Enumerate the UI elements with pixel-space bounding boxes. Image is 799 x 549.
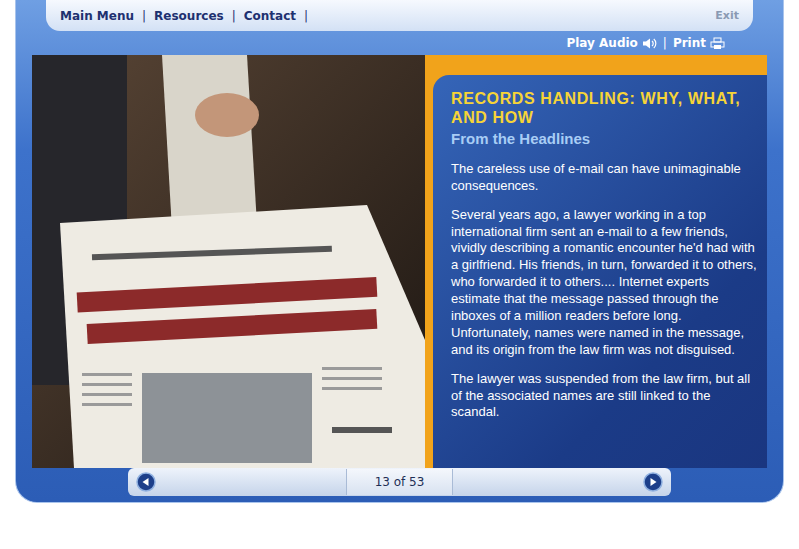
page-title: RECORDS HANDLING: WHY, WHAT, AND HOW: [451, 89, 759, 127]
content-area: RECORDS HANDLING: WHY, WHAT, AND HOWFrom…: [32, 55, 767, 468]
printer-icon: [706, 37, 725, 50]
nav-link[interactable]: Main Menu: [60, 7, 134, 25]
separator: |: [663, 34, 667, 52]
top-menu: Main Menu | Resources | Contact | Exit: [46, 0, 753, 31]
body-paragraph: The lawyer was suspended from the law fi…: [451, 371, 759, 422]
newspaper-photo-icon: [32, 55, 425, 468]
panel-frame: RECORDS HANDLING: WHY, WHAT, AND HOWFrom…: [425, 55, 767, 468]
separator: |: [232, 7, 236, 25]
speaker-icon: [638, 37, 657, 50]
next-button[interactable]: [643, 472, 663, 492]
separator: |: [304, 7, 308, 25]
print-button[interactable]: Print: [673, 34, 725, 52]
nav-link[interactable]: Contact: [244, 7, 296, 25]
newspaper-photo: [32, 55, 425, 468]
body-paragraph: The careless use of e-mail can have unim…: [451, 161, 759, 195]
course-window: Main Menu | Resources | Contact | Exit Play A…: [15, 0, 784, 503]
text-panel: RECORDS HANDLING: WHY, WHAT, AND HOWFrom…: [433, 75, 767, 468]
page-counter: 13 of 53: [346, 469, 454, 495]
print-label: Print: [673, 34, 706, 52]
play-audio-button[interactable]: Play Audio: [566, 34, 656, 52]
pager-bar: 13 of 53: [128, 468, 671, 496]
separator: |: [142, 7, 146, 25]
toolbar: Play Audio | Print: [16, 31, 783, 55]
previous-button[interactable]: [136, 472, 156, 492]
left-arrow-icon: [136, 472, 156, 492]
nav-link[interactable]: Resources: [154, 7, 224, 25]
right-arrow-icon: [643, 472, 663, 492]
play-audio-label: Play Audio: [566, 34, 637, 52]
page-subtitle: From the Headlines: [451, 129, 759, 149]
body-paragraph: Several years ago, a lawyer working in a…: [451, 207, 759, 359]
exit-link[interactable]: Exit: [715, 9, 739, 22]
